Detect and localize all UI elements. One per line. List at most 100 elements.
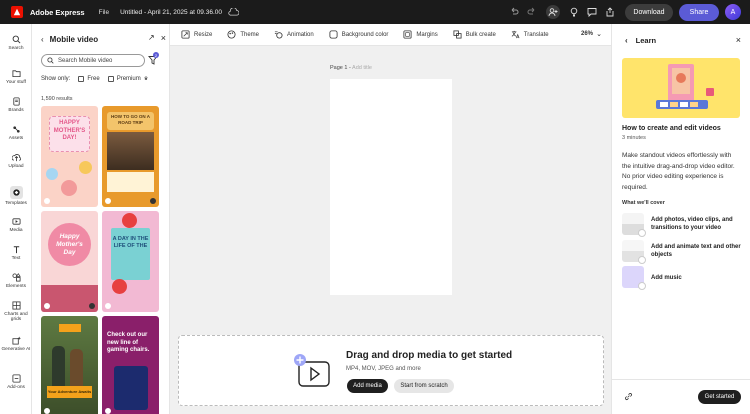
brand-icon	[11, 96, 21, 106]
free-label: Free	[87, 76, 100, 82]
rail-assets[interactable]: Assets	[0, 124, 32, 141]
cover-item-label: Add music	[651, 275, 682, 281]
checkmark-icon	[638, 229, 646, 237]
rail-charts[interactable]: Charts and grids	[0, 300, 32, 322]
editor-toolbar: Resize Theme Animation Background color …	[170, 24, 611, 46]
search-icon	[47, 57, 54, 64]
template-thumbnail[interactable]: Happy Mother's Day	[41, 211, 98, 312]
elements-icon	[11, 272, 21, 282]
bulk-create-tool[interactable]: Bulk create	[453, 30, 496, 39]
resize-label: Resize	[194, 31, 213, 38]
page-canvas[interactable]	[330, 79, 452, 295]
cover-heading: What we'll cover	[622, 200, 665, 206]
margins-icon	[403, 30, 412, 39]
resize-tool[interactable]: Resize	[181, 30, 212, 39]
rail-brands[interactable]: Brands	[0, 96, 32, 113]
template-thumbnail[interactable]: Your Adventure Awaits	[41, 316, 98, 414]
chevron-down-icon[interactable]: ⌄	[596, 30, 602, 38]
rail-your-stuff[interactable]: Your stuff	[0, 68, 32, 85]
translate-tool[interactable]: Translate	[511, 30, 549, 39]
templates-panel: ‹ Mobile video ↗ × Search Mobile video 2…	[32, 24, 170, 414]
add-title-link[interactable]: Add title	[352, 65, 372, 71]
rail-label: Generative AI	[1, 347, 31, 352]
redo-icon[interactable]	[526, 6, 538, 18]
addons-icon	[11, 373, 21, 383]
media-dropzone[interactable]: Drag and drop media to get started MP4, …	[178, 335, 604, 406]
theme-icon	[227, 30, 236, 39]
rail-label: Templates	[5, 201, 27, 206]
rail-text[interactable]: Text	[0, 244, 32, 261]
rail-label: Text	[11, 256, 21, 261]
comment-icon[interactable]	[586, 6, 598, 18]
upload-icon	[11, 152, 21, 162]
learn-heading: How to create and edit videos	[622, 125, 721, 132]
filter-count-badge: 2	[153, 52, 159, 58]
checkmark-icon	[638, 256, 646, 264]
free-checkbox[interactable]	[78, 76, 85, 82]
template-thumbnail[interactable]: Check out our new line of gaming chairs.	[102, 316, 159, 414]
cover-item[interactable]: Add and animate text and other objects	[622, 240, 747, 264]
rail-addons[interactable]: Add-ons	[0, 373, 32, 390]
charts-icon	[11, 300, 21, 310]
translate-icon	[511, 30, 520, 39]
share-link-icon[interactable]	[604, 6, 616, 18]
rail-upload[interactable]: Upload	[0, 152, 32, 169]
play-icon	[44, 198, 50, 204]
rail-media[interactable]: Media	[0, 216, 32, 233]
play-icon	[105, 198, 111, 204]
start-from-scratch-button[interactable]: Start from scratch	[394, 379, 454, 393]
rail-label: Your stuff	[5, 80, 26, 85]
panel-title: Mobile video	[49, 34, 99, 44]
background-color-tool[interactable]: Background color	[329, 30, 389, 39]
avatar[interactable]: A	[725, 4, 741, 20]
page-number: Page 1 -	[330, 65, 351, 71]
learn-panel: ‹ Learn × How to create and edit videos …	[611, 24, 750, 414]
animation-tool[interactable]: Animation	[274, 30, 314, 39]
get-started-button[interactable]: Get started	[698, 390, 741, 404]
search-input[interactable]: Search Mobile video	[41, 54, 145, 67]
close-icon[interactable]: ×	[736, 35, 741, 45]
theme-tool[interactable]: Theme	[227, 30, 259, 39]
canvas-area: Page 1 - Add title Drag and drop media t…	[170, 46, 611, 414]
premium-label: Premium	[116, 76, 141, 82]
zoom-level[interactable]: 26%	[581, 31, 593, 37]
adobe-express-logo[interactable]	[11, 6, 23, 18]
margins-label: Margins	[416, 31, 438, 38]
premium-checkbox[interactable]	[107, 76, 114, 82]
bulk-create-label: Bulk create	[465, 31, 496, 38]
file-menu[interactable]: File	[99, 9, 109, 16]
link-icon[interactable]	[624, 392, 633, 401]
video-editor-illustration-icon	[656, 64, 714, 109]
undo-icon[interactable]	[508, 6, 520, 18]
expand-icon[interactable]: ↗	[148, 33, 155, 43]
rail-elements[interactable]: Elements	[0, 272, 32, 289]
premium-badge-icon	[150, 198, 156, 204]
rail-label: Brands	[8, 108, 24, 113]
panel-header: ‹ Mobile video ↗ ×	[41, 33, 166, 45]
add-media-button[interactable]: Add media	[347, 379, 388, 393]
rail-templates[interactable]: Templates	[0, 186, 32, 206]
download-button[interactable]: Download	[625, 3, 673, 21]
share-button[interactable]: Share	[679, 3, 719, 21]
media-icon	[11, 216, 21, 226]
rail-search[interactable]: Search	[0, 34, 32, 51]
template-thumbnail[interactable]: HOW TO GO ON A ROAD TRIP	[102, 106, 159, 207]
cover-item[interactable]: Add music	[622, 266, 747, 290]
theme-label: Theme	[240, 31, 260, 38]
cloud-sync-icon[interactable]	[228, 8, 239, 16]
template-thumbnail[interactable]: HAPPY MOTHER'S DAY!	[41, 106, 98, 207]
back-chevron-icon[interactable]: ‹	[625, 36, 628, 45]
invite-people-icon[interactable]	[546, 5, 560, 19]
back-chevron-icon[interactable]: ‹	[41, 35, 44, 44]
margins-tool[interactable]: Margins	[403, 30, 438, 39]
lightbulb-icon[interactable]	[568, 6, 580, 18]
search-value: Search Mobile video	[58, 57, 113, 64]
rail-generative-ai[interactable]: Generative AI	[0, 335, 32, 352]
template-thumbnail[interactable]: A DAY IN THE LIFE OF THE	[102, 211, 159, 312]
background-color-label: Background color	[341, 31, 389, 38]
text-icon	[11, 244, 21, 254]
close-icon[interactable]: ×	[161, 33, 166, 43]
document-title[interactable]: Untitled - April 21, 2025 at 09.36.00	[120, 9, 222, 16]
cover-item[interactable]: Add photos, video clips, and transitions…	[622, 213, 747, 237]
top-bar: Adobe Express File Untitled - April 21, …	[0, 0, 750, 24]
